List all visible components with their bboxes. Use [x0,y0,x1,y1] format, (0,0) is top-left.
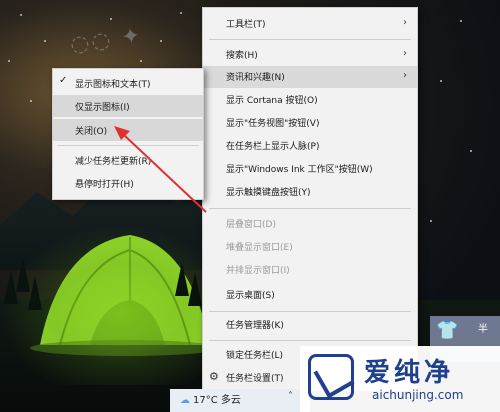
chevron-right-icon: › [403,17,407,28]
submenu-item-icon-and-text[interactable]: ✓ 显示图标和文本(T) [53,72,203,94]
submenu-separator [57,145,199,146]
menu-item-windows-ink[interactable]: 显示"Windows Ink 工作区"按钮(W) [203,158,417,180]
menu-item-label: 显示"任务视图"按钮(V) [226,119,320,129]
menu-item-touch-keyboard[interactable]: 显示触摸键盘按钮(Y) [203,181,417,203]
weather-text: 17°C 多云 [193,395,241,406]
menu-separator [209,311,411,312]
menu-item-label: 资讯和兴趣(N) [226,73,285,83]
menu-item-side-by-side: 并排显示窗口(I) [203,259,417,281]
menu-item-label: 锁定任务栏(L) [226,351,284,361]
menu-item-label: 显示桌面(S) [226,291,275,301]
cloud-icon: ☁ [180,395,190,406]
brand-watermark: 爱纯净 aichunjing.com [300,346,500,412]
menu-item-cascade: 层叠窗口(D) [203,213,417,235]
menu-item-label: 并排显示窗口(I) [226,266,290,276]
shirt-icon: 👕 [436,320,459,341]
menu-separator [209,208,411,209]
menu-item-label: 显示触摸键盘按钮(Y) [226,188,311,198]
menu-separator [209,39,411,40]
checkmark-icon: ✓ [59,75,68,86]
submenu-item-label: 关闭(O) [75,127,108,137]
submenu-item-label: 悬停时打开(H) [75,180,134,190]
submenu-item-open-on-hover[interactable]: 悬停时打开(H) [53,172,203,194]
brand-name: 爱纯净 [364,358,455,388]
menu-item-label: 层叠窗口(D) [226,220,276,230]
menu-item-label: 任务栏设置(T) [226,374,284,384]
menu-item-label: 任务管理器(K) [226,321,284,331]
menu-item-news-and-interests[interactable]: 资讯和兴趣(N) › [203,66,417,88]
menu-item-task-view[interactable]: 显示"任务视图"按钮(V) [203,112,417,134]
gear-icon: ⚙ [209,370,219,383]
menu-item-cortana[interactable]: 显示 Cortana 按钮(O) [203,89,417,111]
submenu-item-reduce-updates[interactable]: 减少任务栏更新(R) [53,149,203,171]
submenu-item-label: 显示图标和文本(T) [75,80,151,90]
menu-item-toolbars[interactable]: 工具栏(T) › [203,13,417,35]
brand-url: aichunjing.com [372,388,464,402]
menu-item-label: 在任务栏上显示人脉(P) [226,142,320,152]
chevron-right-icon: › [403,48,407,59]
menu-item-label: 显示 Cortana 按钮(O) [226,96,318,106]
menu-item-search[interactable]: 搜索(H) › [203,44,417,66]
menu-item-task-manager[interactable]: 任务管理器(K) [203,314,417,336]
corner-widget-text: 半 [478,324,488,335]
weather-widget[interactable]: ☁ 17°C 多云 [180,391,241,406]
menu-item-label: 堆叠显示窗口(E) [226,243,293,253]
chevron-right-icon: › [403,70,407,81]
menu-item-people[interactable]: 在任务栏上显示人脉(P) [203,135,417,157]
submenu-item-icon-only[interactable]: 仅显示图标(I) [53,95,203,117]
brand-logo-icon [308,354,355,400]
menu-item-label: 工具栏(T) [226,20,266,30]
taskbar-context-menu: 工具栏(T) › 搜索(H) › 资讯和兴趣(N) › 显示 Cortana 按… [202,7,418,391]
menu-item-label: 搜索(H) [226,51,258,61]
chevron-up-icon[interactable]: ˄ [288,391,293,402]
menu-item-stack: 堆叠显示窗口(E) [203,236,417,258]
submenu-item-label: 减少任务栏更新(R) [75,157,152,167]
menu-item-show-desktop[interactable]: 显示桌面(S) [203,284,417,306]
submenu-item-label: 仅显示图标(I) [75,103,130,113]
news-interests-submenu: ✓ 显示图标和文本(T) 仅显示图标(I) 关闭(O) 减少任务栏更新(R) 悬… [52,68,204,200]
submenu-item-turn-off[interactable]: 关闭(O) [53,119,203,141]
menu-item-label: 显示"Windows Ink 工作区"按钮(W) [226,165,373,175]
menu-separator [209,340,411,341]
